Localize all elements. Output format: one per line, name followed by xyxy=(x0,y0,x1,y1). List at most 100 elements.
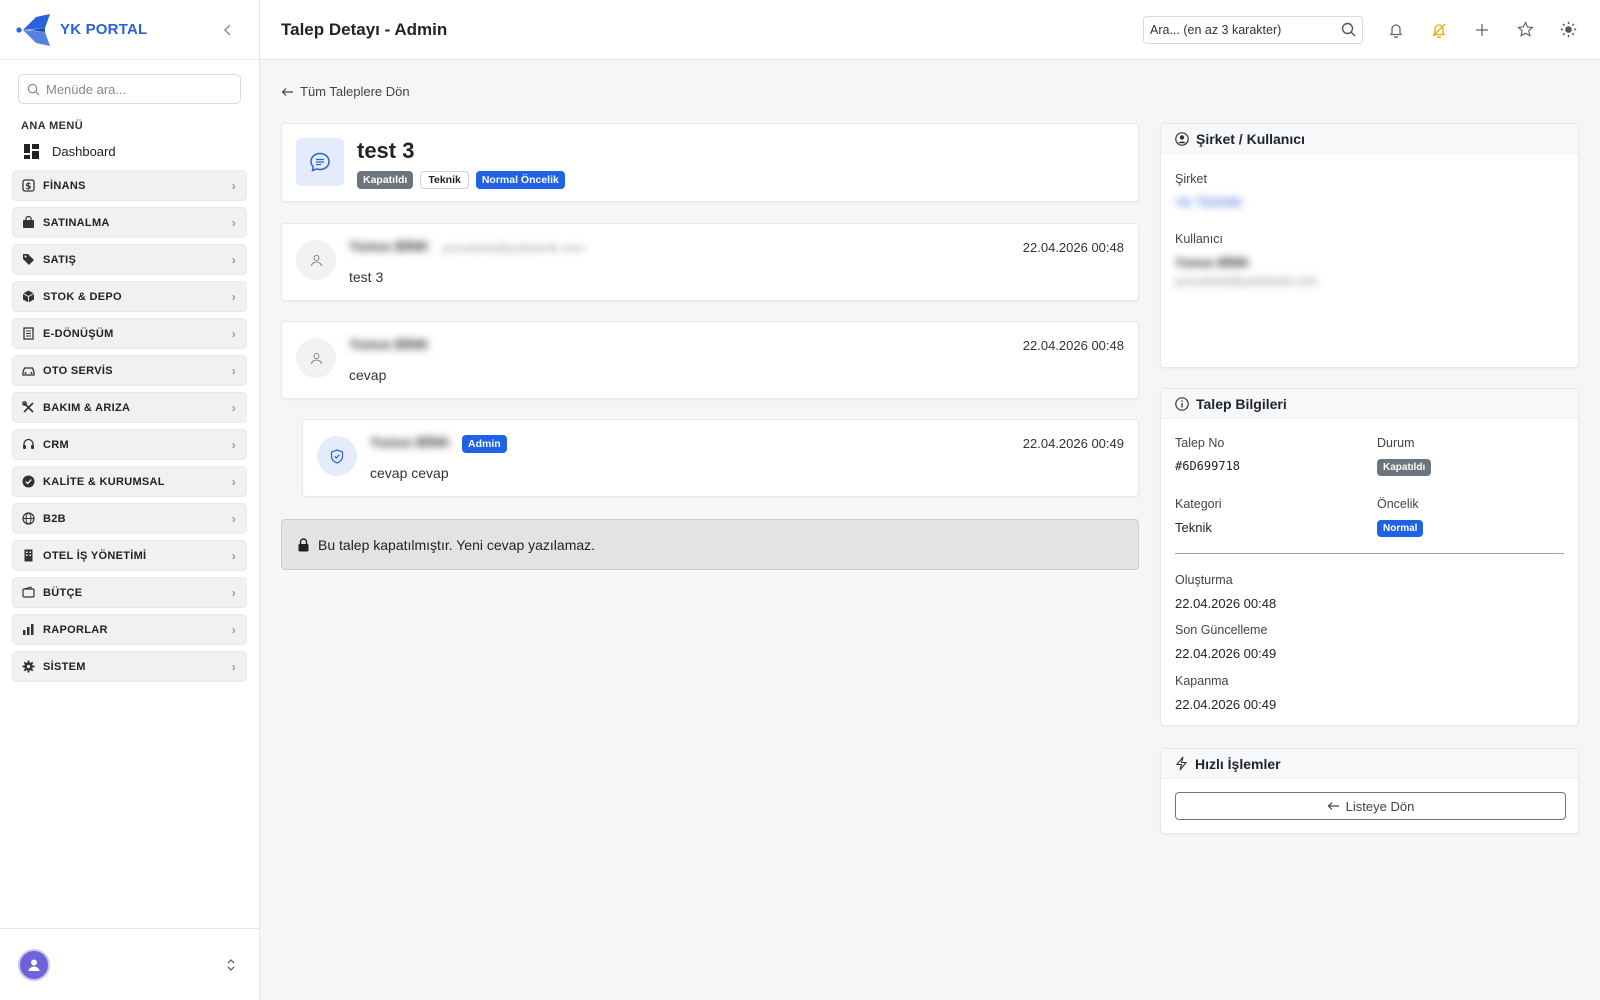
bell-off-icon[interactable] xyxy=(1428,19,1450,41)
sun-icon[interactable] xyxy=(1557,19,1579,41)
sidebar-item-otel-is-yonetimi[interactable]: OTEL İŞ YÖNETİMİ › xyxy=(12,540,247,571)
sidebar-item-stok-depo[interactable]: STOK & DEPO › xyxy=(12,281,247,312)
sidebar-item-kalite-kurumsal[interactable]: KALİTE & KURUMSAL › xyxy=(12,466,247,497)
panel-title: Şirket / Kullanıcı xyxy=(1196,130,1305,147)
company-label: Şirket xyxy=(1175,172,1207,186)
closed-value: 22.04.2026 00:49 xyxy=(1175,697,1277,712)
sidebar-item-label: E-DÖNÜŞÜM xyxy=(43,327,114,340)
chevron-right-icon: › xyxy=(231,474,236,489)
sidebar-item-label: SATIŞ xyxy=(43,253,77,266)
priority-badge: Normal Öncelik xyxy=(475,171,565,189)
sidebar-item-satis[interactable]: SATIŞ › xyxy=(12,244,247,275)
globe-icon xyxy=(22,512,35,525)
admin-message-card: Yunus BİNK Admin 22.04.2026 00:49 cevap … xyxy=(302,419,1139,497)
message-date: 22.04.2026 00:48 xyxy=(1022,338,1124,353)
chevron-right-icon: › xyxy=(231,437,236,452)
lock-icon xyxy=(298,537,309,551)
message-author: Yunus BİNK xyxy=(349,336,430,352)
sidebar-item-b2b[interactable]: B2B › xyxy=(12,503,247,534)
closed-label: Kapanma xyxy=(1175,674,1229,688)
sidebar-nav: $ FİNANS › SATINALMA › SATIŞ › STOK & DEPO › … xyxy=(0,170,259,682)
sidebar-item-label: BÜTÇE xyxy=(43,586,83,599)
user-menu[interactable] xyxy=(0,928,259,1000)
category-label: Kategori xyxy=(1175,497,1222,511)
global-search-input[interactable] xyxy=(1150,22,1341,37)
sidebar-item-label: KALİTE & KURUMSAL xyxy=(43,475,165,488)
panel-header: Hızlı İşlemler xyxy=(1161,749,1578,779)
message-text: cevap cevap xyxy=(370,465,449,481)
menu-search[interactable] xyxy=(18,74,241,104)
panel-title: Hızlı İşlemler xyxy=(1195,755,1281,772)
headset-icon xyxy=(22,438,35,451)
message-date: 22.04.2026 00:48 xyxy=(1022,240,1124,255)
sidebar-item-e-donusum[interactable]: E-DÖNÜŞÜM › xyxy=(12,318,247,349)
search-icon xyxy=(27,83,40,95)
button-label: Listeye Dön xyxy=(1345,798,1415,814)
bar-chart-icon xyxy=(22,623,35,636)
ticket-title: test 3 xyxy=(357,138,415,163)
menu-search-input[interactable] xyxy=(46,81,226,97)
chevron-right-icon: › xyxy=(231,400,236,415)
sidebar-item-bakim-ariza[interactable]: BAKIM & ARIZA › xyxy=(12,392,247,423)
user-avatar-icon xyxy=(296,338,336,378)
check-badge-icon xyxy=(22,475,35,488)
tools-icon xyxy=(22,401,35,414)
bell-icon[interactable] xyxy=(1385,19,1407,41)
created-label: Oluşturma xyxy=(1175,573,1233,587)
panel-header: Şirket / Kullanıcı xyxy=(1161,124,1578,154)
sidebar-item-label: OTO SERVİS xyxy=(43,364,113,377)
company-link[interactable]: YK TEKNİK xyxy=(1175,195,1243,210)
collapse-sidebar-icon[interactable] xyxy=(221,23,235,37)
chevron-right-icon: › xyxy=(231,252,236,267)
global-search[interactable] xyxy=(1143,15,1363,44)
dashboard-icon xyxy=(24,143,39,159)
arrow-left-icon xyxy=(281,87,293,96)
chevron-right-icon: › xyxy=(231,326,236,341)
arrow-left-icon xyxy=(1327,802,1339,810)
chevron-right-icon: › xyxy=(231,363,236,378)
sidebar-item-label: OTEL İŞ YÖNETİMİ xyxy=(43,549,147,562)
chevron-updown-icon[interactable] xyxy=(225,958,237,972)
chevron-right-icon: › xyxy=(231,511,236,526)
sidebar-item-oto-servis[interactable]: OTO SERVİS › xyxy=(12,355,247,386)
message-card: Yunus BİNK yunusbink@yukteknik.com 22.04… xyxy=(281,223,1139,301)
avatar[interactable] xyxy=(18,948,50,981)
sidebar-item-raporlar[interactable]: RAPORLAR › xyxy=(12,614,247,645)
sidebar-item-satinalma[interactable]: SATINALMA › xyxy=(12,207,247,238)
panel-header: Talep Bilgileri xyxy=(1161,389,1578,419)
chevron-right-icon: › xyxy=(231,215,236,230)
sidebar-item-label: B2B xyxy=(43,512,66,525)
search-icon[interactable] xyxy=(1341,22,1356,37)
chevron-right-icon: › xyxy=(231,178,236,193)
back-to-list-button[interactable]: Listeye Dön xyxy=(1175,792,1566,820)
quick-actions-panel: Hızlı İşlemler Listeye Dön xyxy=(1160,748,1579,834)
panel-title: Talep Bilgileri xyxy=(1196,395,1287,412)
lightning-icon xyxy=(1175,756,1188,771)
sidebar-item-label: SATINALMA xyxy=(43,216,110,229)
ticket-badges: Kapatıldı Teknik Normal Öncelik xyxy=(357,171,572,189)
sidebar-item-finans[interactable]: $ FİNANS › xyxy=(12,170,247,201)
user-circle-icon xyxy=(1175,131,1189,146)
sidebar-item-butce[interactable]: BÜTÇE › xyxy=(12,577,247,608)
chevron-right-icon: › xyxy=(231,289,236,304)
sidebar-item-label: FİNANS xyxy=(43,179,86,192)
message-text: cevap xyxy=(349,367,387,383)
topbar-actions xyxy=(1385,19,1579,41)
car-icon xyxy=(22,364,35,377)
sidebar-item-crm[interactable]: CRM › xyxy=(12,429,247,460)
updated-value: 22.04.2026 00:49 xyxy=(1175,646,1277,661)
wallet-icon xyxy=(22,586,35,599)
shield-icon xyxy=(317,436,357,476)
plus-icon[interactable] xyxy=(1471,19,1493,41)
sidebar-item-dashboard[interactable]: Dashboard xyxy=(0,138,259,164)
brand-title: YK PORTAL xyxy=(60,21,148,38)
section-label: ANA MENÜ xyxy=(21,120,84,132)
back-to-tickets-link[interactable]: Tüm Taleplere Dön xyxy=(281,84,410,99)
sidebar-item-sistem[interactable]: SİSTEM › xyxy=(12,651,247,682)
star-icon[interactable] xyxy=(1514,19,1536,41)
ticket-no-label: Talep No xyxy=(1175,436,1225,450)
message-text: test 3 xyxy=(349,269,384,285)
category-badge: Teknik xyxy=(420,171,469,189)
category-value: Teknik xyxy=(1175,520,1212,535)
topbar: Talep Detayı - Admin xyxy=(260,0,1600,60)
